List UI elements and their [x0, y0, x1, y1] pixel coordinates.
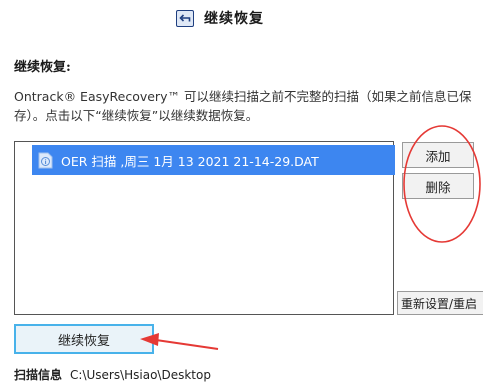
add-button[interactable]: 添加: [402, 142, 474, 168]
file-item-label: OER 扫描 ,周三 1月 13 2021 21-14-29.DAT: [61, 153, 319, 169]
scan-info-label: 扫描信息: [14, 368, 63, 382]
continue-recovery-button[interactable]: 继续恢复: [14, 324, 154, 354]
scan-info: 扫描信息 C:\Users\Hsiao\Desktop: [14, 366, 211, 383]
list-item[interactable]: OER 扫描 ,周三 1月 13 2021 21-14-29.DAT: [32, 145, 395, 175]
dialog-header: 继续恢复: [0, 0, 483, 38]
delete-button[interactable]: 删除: [402, 173, 474, 199]
file-info-icon: [38, 152, 53, 168]
section-description: Ontrack® EasyRecovery™ 可以继续扫描之前不完整的扫描（如果…: [14, 87, 476, 125]
scan-file-list[interactable]: OER 扫描 ,周三 1月 13 2021 21-14-29.DAT: [14, 141, 395, 315]
description-line-2: 存）。点击以下“继续恢复”以继续数据恢复。: [14, 108, 259, 123]
description-line-1: Ontrack® EasyRecovery™ 可以继续扫描之前不完整的扫描（如果…: [14, 89, 472, 104]
scan-info-value: C:\Users\Hsiao\Desktop: [70, 368, 211, 382]
header-title-group: 继续恢复: [176, 8, 264, 28]
section-heading: 继续恢复:: [14, 60, 71, 75]
header-title: 继续恢复: [204, 11, 264, 27]
back-arrow-icon: [176, 9, 194, 27]
annotation-arrow-shaft: [155, 339, 219, 350]
reset-restart-button[interactable]: 重新设置/重启: [397, 291, 483, 315]
